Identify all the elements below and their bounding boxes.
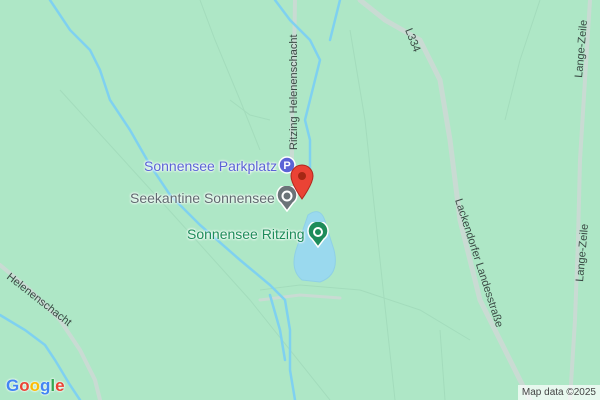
map-canvas: Ritzing Helenenschacht L334 Lackendorfer… bbox=[0, 0, 592, 400]
map-attribution[interactable]: Map data ©2025 bbox=[517, 385, 600, 400]
poi-label[interactable]: Sonnensee Ritzing bbox=[187, 226, 305, 242]
poi-label[interactable]: Seekantine Sonnensee bbox=[130, 190, 275, 206]
poi-label[interactable]: Sonnensee Parkplatz bbox=[144, 158, 277, 174]
map-view[interactable]: Ritzing Helenenschacht L334 Lackendorfer… bbox=[0, 0, 600, 400]
road-label-lackendorfer-landesstrasse: Lackendorfer Landesstraße bbox=[452, 197, 505, 329]
road-label-ritzing-helenenschacht: Ritzing Helenenschacht bbox=[288, 34, 300, 150]
road-l334 bbox=[357, 0, 533, 400]
road-label-l334: L334 bbox=[402, 27, 422, 54]
park-icon[interactable] bbox=[307, 222, 329, 248]
google-logo: Google bbox=[6, 376, 65, 395]
red-location-pin-icon[interactable] bbox=[289, 164, 315, 200]
road-label-helenenschacht: Helenenschacht bbox=[4, 271, 74, 329]
